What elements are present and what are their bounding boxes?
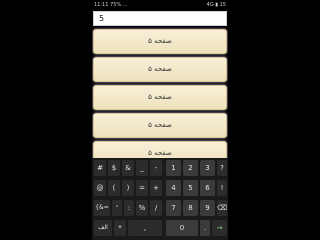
key-7[interactable]: 7 [166, 200, 181, 216]
key-apostrophe[interactable]: ' [112, 200, 122, 216]
result-label: صفحه ۵ [148, 121, 172, 129]
result-card[interactable]: صفحه ۵ [93, 57, 227, 82]
key-6[interactable]: 6 [200, 180, 215, 196]
result-label: صفحه ۵ [148, 93, 172, 101]
status-bar: 11:11 75% ... 4G ▮ 15 [92, 0, 228, 10]
status-left: 11:11 75% ... [94, 0, 128, 10]
key-percent[interactable]: % [136, 200, 148, 216]
key-5[interactable]: 5 [183, 180, 198, 196]
key-hash[interactable]: # [94, 160, 106, 176]
result-card[interactable]: صفحه ۵ [93, 29, 227, 54]
key-period[interactable]: . [200, 220, 210, 236]
key-right-paren[interactable]: ) [122, 180, 134, 196]
key-asterisk[interactable]: * [114, 220, 126, 236]
key-symbols-toggle[interactable]: {&= [94, 200, 110, 216]
result-label: صفحه ۵ [148, 37, 172, 45]
key-2[interactable]: 2 [183, 160, 198, 176]
key-at[interactable]: @ [94, 180, 106, 196]
result-label: صفحه ۵ [148, 65, 172, 73]
key-question[interactable]: ? [217, 160, 227, 176]
key-8[interactable]: 8 [183, 200, 198, 216]
status-indicators-right: 4G ▮ 15 [206, 2, 226, 8]
key-ampersand[interactable]: & [122, 160, 134, 176]
key-underscore[interactable]: _ [136, 160, 148, 176]
backspace-icon[interactable]: ⌫ [217, 200, 227, 216]
status-indicators-left: 75% ... [110, 2, 128, 8]
key-plus[interactable]: + [150, 180, 162, 196]
search-input[interactable]: 5 [93, 11, 227, 26]
result-card[interactable]: صفحه ۵ [93, 85, 227, 110]
key-minus[interactable]: - [150, 160, 162, 176]
key-slash[interactable]: / [150, 200, 162, 216]
key-equals[interactable]: = [136, 180, 148, 196]
result-label: صفحه ۵ [148, 149, 172, 157]
result-card[interactable]: صفحه ۵ [93, 113, 227, 138]
key-exclamation[interactable]: ! [217, 180, 227, 196]
key-9[interactable]: 9 [200, 200, 215, 216]
key-comma[interactable]: , [128, 220, 162, 236]
key-1[interactable]: 1 [166, 160, 181, 176]
key-alphabet-toggle[interactable]: الف [94, 220, 112, 236]
status-time: 11:11 [94, 2, 109, 8]
key-4[interactable]: 4 [166, 180, 181, 196]
arrow-right-icon[interactable]: → [212, 220, 227, 236]
key-colon[interactable]: : [124, 200, 134, 216]
numeric-symbol-keyboard: # $ & _ - 1 2 3 ? @ ( ) = + 4 5 6 ! {&= … [92, 158, 228, 240]
key-left-paren[interactable]: ( [108, 180, 120, 196]
key-0[interactable]: 0 [166, 220, 198, 236]
key-3[interactable]: 3 [200, 160, 215, 176]
key-dollar[interactable]: $ [108, 160, 120, 176]
